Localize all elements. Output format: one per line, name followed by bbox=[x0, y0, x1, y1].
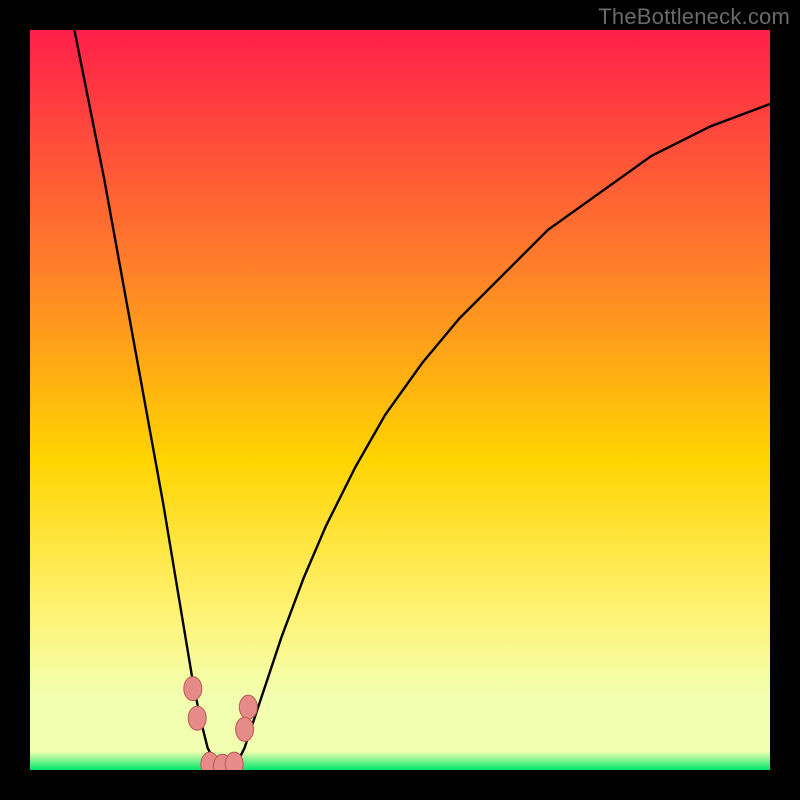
watermark-text: TheBottleneck.com bbox=[598, 4, 790, 30]
marker-left-upper bbox=[184, 677, 202, 701]
marker-right-upper bbox=[239, 695, 257, 719]
gradient-plot-area bbox=[30, 30, 770, 770]
marker-left-lower bbox=[188, 706, 206, 730]
outer-frame: TheBottleneck.com bbox=[0, 0, 800, 800]
bottleneck-chart bbox=[30, 30, 770, 770]
marker-right-lower bbox=[236, 717, 254, 741]
marker-floor-right bbox=[225, 752, 243, 770]
